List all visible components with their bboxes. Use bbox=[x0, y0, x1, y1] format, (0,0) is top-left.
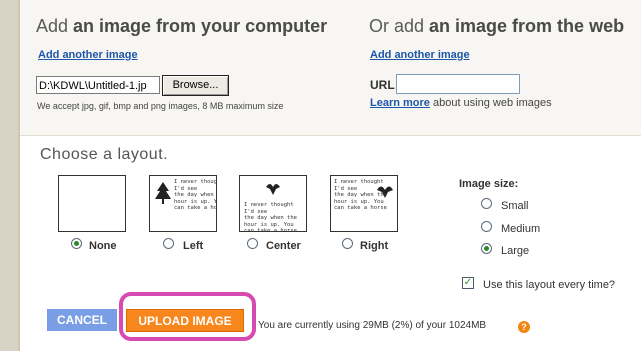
layout-radio-left[interactable] bbox=[163, 238, 174, 249]
image-size-title: Image size: bbox=[459, 178, 519, 190]
upload-image-button[interactable]: UPLOAD IMAGE bbox=[126, 309, 244, 332]
learn-more-suffix: about using web images bbox=[429, 97, 552, 109]
size-label-small: Small bbox=[501, 200, 529, 212]
layout-label-center: Center bbox=[266, 240, 301, 252]
sample-text-left: I never thought I'd see the day when the… bbox=[174, 179, 217, 211]
storage-usage-text: You are currently using 29MB (2%) of you… bbox=[258, 320, 487, 331]
size-label-medium: Medium bbox=[501, 223, 541, 235]
size-radio-small[interactable] bbox=[481, 198, 492, 209]
add-another-image-link-web[interactable]: Add another image bbox=[370, 49, 470, 61]
browse-button[interactable]: Browse... bbox=[162, 75, 229, 96]
bird-image-icon bbox=[266, 184, 280, 195]
sample-text-right: I never thought I'd see the day when the… bbox=[334, 179, 387, 211]
use-layout-label: Use this layout every time? bbox=[483, 279, 616, 291]
use-layout-checkbox[interactable]: ✓ bbox=[462, 277, 474, 289]
url-input[interactable] bbox=[396, 74, 520, 94]
web-title-bold: an image from the web bbox=[429, 16, 625, 36]
help-icon[interactable]: ? bbox=[518, 321, 530, 333]
checkmark-icon: ✓ bbox=[463, 277, 473, 288]
cancel-button[interactable]: CANCEL bbox=[47, 309, 117, 331]
upload-image-dialog: Add an image from your computer Add anot… bbox=[18, 0, 641, 351]
layout-radio-right[interactable] bbox=[342, 238, 353, 249]
sample-text-center: I never thought I'd see the day when the… bbox=[244, 202, 297, 232]
add-another-image-link-computer[interactable]: Add another image bbox=[38, 49, 138, 61]
computer-title-prefix: Add bbox=[36, 16, 74, 36]
learn-more-link[interactable]: Learn more bbox=[370, 97, 430, 109]
layout-thumbnail-right[interactable]: I never thought I'd see the day when the… bbox=[330, 175, 398, 232]
web-section-title: Or add an image from the web bbox=[369, 16, 624, 37]
size-label-large: Large bbox=[501, 245, 530, 257]
web-title-prefix: Or add bbox=[369, 16, 430, 36]
tree-image-icon bbox=[155, 182, 171, 204]
url-label: URL bbox=[370, 78, 395, 92]
size-radio-medium[interactable] bbox=[481, 221, 492, 232]
size-radio-large[interactable] bbox=[481, 243, 492, 254]
layout-radio-none[interactable] bbox=[71, 238, 82, 249]
accepted-formats-note: We accept jpg, gif, bmp and png images, … bbox=[37, 101, 284, 111]
layout-thumbnail-left[interactable]: I never thought I'd see the day when the… bbox=[149, 175, 217, 232]
layout-radio-center[interactable] bbox=[247, 238, 258, 249]
computer-title-bold: an image from your computer bbox=[73, 16, 328, 36]
file-path-input[interactable]: D:\KDWL\Untitled-1.jp bbox=[36, 76, 160, 94]
learn-more-line: Learn more about using web images bbox=[370, 97, 552, 109]
computer-section-title: Add an image from your computer bbox=[36, 16, 327, 37]
layout-thumbnail-none[interactable] bbox=[58, 175, 126, 232]
layout-thumbnail-center[interactable]: I never thought I'd see the day when the… bbox=[239, 175, 307, 232]
layout-label-right: Right bbox=[360, 240, 389, 252]
choose-layout-heading: Choose a layout. bbox=[40, 146, 169, 163]
layout-label-left: Left bbox=[183, 240, 204, 252]
layout-label-none: None bbox=[89, 240, 117, 252]
